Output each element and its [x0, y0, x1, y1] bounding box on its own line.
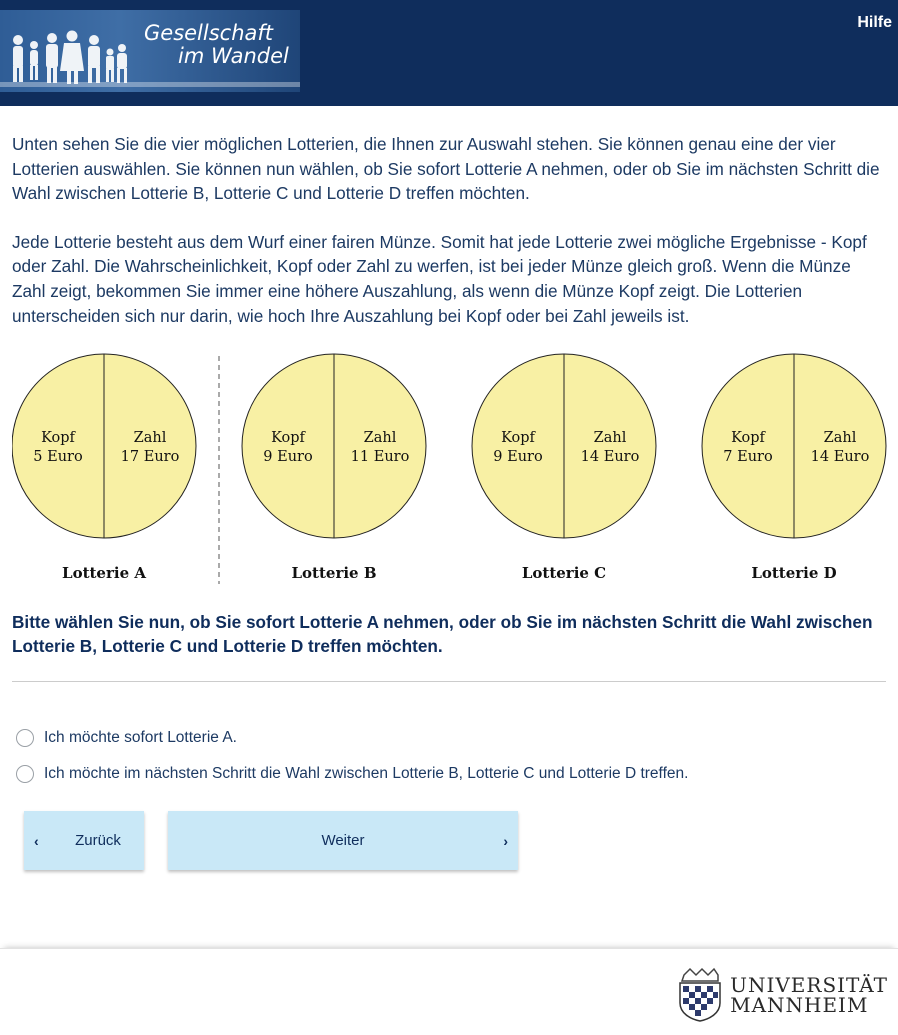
kopf-label: Kopf [271, 430, 306, 446]
back-button[interactable]: ‹ Zurück [24, 811, 144, 870]
chevron-left-icon: ‹ [34, 832, 39, 849]
zahl-label: Zahl [364, 430, 397, 446]
lottery-name: Lotterie D [751, 564, 836, 582]
gesellschaft-im-wandel-logo: Gesellschaft im Wandel [0, 10, 300, 92]
zahl-label: Zahl [824, 430, 857, 446]
zahl-value: 17 Euro [121, 449, 180, 465]
intro-paragraph-1: Unten sehen Sie die vier möglichen Lotte… [12, 134, 880, 204]
divider [12, 681, 886, 682]
lottery-name: Lotterie A [62, 564, 146, 582]
lottery-name: Lotterie B [292, 564, 377, 582]
radio-button[interactable] [16, 729, 34, 747]
logo-line-1: Gesellschaft [144, 21, 274, 45]
option-lottery-a[interactable]: Ich möchte sofort Lotterie A. [16, 720, 688, 756]
university-crest-icon [679, 967, 721, 1022]
zahl-value: 11 Euro [351, 449, 410, 465]
help-link[interactable]: Hilfe [857, 14, 892, 32]
option-label: Ich möchte sofort Lotterie A. [44, 729, 237, 746]
kopf-value: 9 Euro [493, 449, 542, 465]
question-text: Bitte wählen Sie nun, ob Sie sofort Lott… [12, 612, 873, 656]
kopf-value: 7 Euro [723, 449, 772, 465]
kopf-value: 5 Euro [33, 449, 82, 465]
next-button[interactable]: Weiter › [168, 811, 518, 870]
chevron-right-icon: › [503, 832, 508, 849]
zahl-value: 14 Euro [811, 449, 870, 465]
kopf-value: 9 Euro [263, 449, 312, 465]
university-logo: UNIVERSITÄT MANNHEIM [674, 967, 888, 1023]
logo-text: Gesellschaft im Wandel [144, 22, 289, 68]
radio-button[interactable] [16, 765, 34, 783]
lotteries-figure: Kopf 5 Euro Zahl 17 Euro Lotterie A Kopf 9 Eur… [11, 352, 888, 588]
kopf-label: Kopf [731, 430, 766, 446]
logo-line-2: im Wandel [178, 44, 289, 68]
kopf-label: Kopf [41, 430, 76, 446]
intro-paragraph-2: Jede Lotterie besteht aus dem Wurf einer… [12, 231, 867, 326]
footer: UNIVERSITÄT MANNHEIM [0, 948, 898, 1035]
zahl-value: 14 Euro [581, 449, 640, 465]
intro-text: Unten sehen Sie die vier möglichen Lotte… [12, 132, 888, 352]
back-button-label: Zurück [75, 832, 121, 849]
university-line-1: UNIVERSITÄT [730, 973, 888, 997]
university-name: UNIVERSITÄT MANNHEIM [730, 975, 888, 1015]
option-label: Ich möchte im nächsten Schritt die Wahl … [44, 765, 689, 782]
lotteries-diagram: Kopf 5 Euro Zahl 17 Euro Lotterie A Kopf 9 Eur… [11, 353, 887, 584]
choice-options: Ich möchte sofort Lotterie A. Ich möchte… [16, 720, 688, 792]
next-button-label: Weiter [321, 832, 365, 849]
header-bar: Gesellschaft im Wandel Hilfe [0, 0, 898, 106]
zahl-label: Zahl [134, 430, 167, 446]
option-lottery-bcd[interactable]: Ich möchte im nächsten Schritt die Wahl … [16, 756, 688, 792]
kopf-label: Kopf [501, 430, 536, 446]
lottery-name: Lotterie C [522, 564, 606, 582]
university-line-2: MANNHEIM [730, 993, 869, 1017]
zahl-label: Zahl [594, 430, 627, 446]
